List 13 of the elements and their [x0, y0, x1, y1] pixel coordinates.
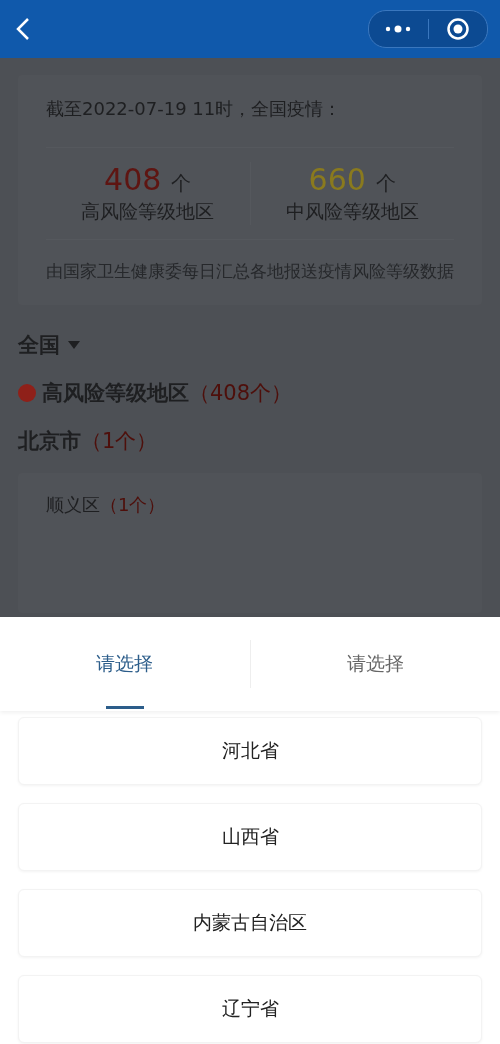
province-option[interactable]: 山西省	[18, 803, 482, 871]
province-option[interactable]: 河北省	[18, 717, 482, 785]
district-count: （1个）	[100, 493, 166, 515]
city-count: （1个）	[81, 427, 158, 455]
back-icon[interactable]	[16, 17, 30, 41]
stat-value: 660	[308, 162, 366, 197]
select-tab[interactable]: 请选择	[250, 617, 500, 711]
select-tab[interactable]: 请选择	[0, 617, 250, 711]
stat-value: 408	[104, 162, 162, 197]
more-icon[interactable]	[385, 24, 412, 34]
province-option[interactable]: 内蒙古自治区	[18, 889, 482, 957]
province-option[interactable]: 辽宁省	[18, 975, 482, 1043]
level-count: （408个）	[189, 379, 293, 407]
